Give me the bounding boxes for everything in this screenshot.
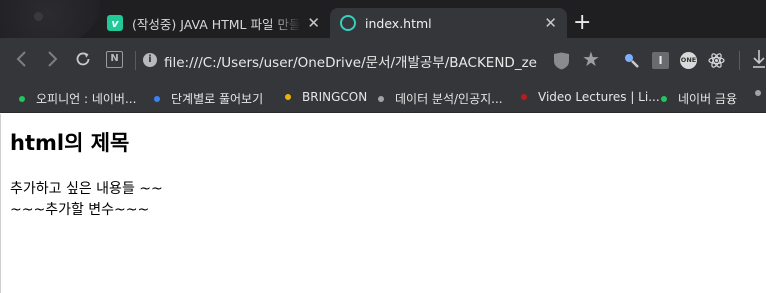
content-text-line: ~~~추가할 변수~~~ (10, 202, 150, 218)
extension-search-icon[interactable] (623, 52, 640, 69)
extension-i-icon[interactable]: I (652, 52, 669, 69)
bookmark-overflow[interactable] (755, 90, 766, 96)
shield-icon[interactable] (553, 52, 570, 70)
bookmark-dot-icon (755, 90, 761, 96)
bookmark-dot-icon (661, 95, 667, 102)
tab-index-html[interactable]: index.html ✕ (330, 8, 567, 38)
bookmark-dot-icon (521, 94, 527, 100)
bookmark-dot-icon (19, 95, 25, 102)
bookmark-label: 데이터 분석/인공지... (395, 92, 503, 106)
reload-icon[interactable] (74, 50, 92, 73)
decoration-dot (34, 12, 43, 21)
close-icon[interactable]: ✕ (307, 14, 320, 32)
bookmark-label: BRINGCON (302, 90, 368, 104)
address-bar[interactable]: file:///C:/Users/user/OneDrive/문서/개발공부/B… (164, 51, 539, 71)
new-tab-button[interactable]: + (573, 11, 591, 35)
velog-favicon-icon: v (107, 15, 123, 31)
page-content: html의 제목 추가하고 싶은 내용들 ~~ ~~~추가할 변수~~~ (0, 114, 766, 293)
close-icon[interactable]: ✕ (544, 14, 557, 32)
bookmark-dot-icon (378, 95, 384, 102)
content-text-line: 추가하고 싶은 내용들 ~~ (10, 181, 163, 197)
bookmark-label: 네이버 금융 (678, 92, 738, 106)
bookmark-bringcon[interactable]: BRINGCON (285, 90, 367, 104)
bookmarks-bar: 오피니언 : 네이버... 단계별로 풀어보기 BRINGCON 데이터 분석/… (0, 83, 766, 113)
extension-one-icon[interactable]: ONE (680, 52, 697, 69)
toolbar: N i file:///C:/Users/user/OneDrive/문서/개발… (0, 38, 766, 83)
window-decoration (0, 0, 100, 38)
toolbar-divider (739, 51, 740, 70)
download-icon[interactable] (752, 49, 766, 74)
bookmark-dot-icon (154, 95, 160, 102)
react-devtools-icon[interactable] (708, 52, 725, 69)
reader-mode-icon[interactable]: N (106, 51, 123, 68)
tab-title: index.html (365, 15, 432, 31)
bookmark-data-analysis[interactable]: 데이터 분석/인공지... (378, 90, 503, 107)
bookmark-star-icon[interactable]: ★ (582, 47, 600, 71)
globe-icon (340, 15, 356, 31)
bookmark-video-lectures[interactable]: Video Lectures | Li... (521, 90, 660, 104)
tab-velog-post[interactable]: v (작성중) JAVA HTML 파일 만들기 ✕ (97, 8, 330, 38)
tab-strip: v (작성중) JAVA HTML 파일 만들기 ✕ index.html ✕ … (0, 0, 766, 38)
bookmark-label: Video Lectures | Li... (538, 90, 660, 104)
bookmark-dot-icon (285, 94, 291, 100)
bookmark-step-by-step[interactable]: 단계별로 풀어보기 (154, 90, 263, 107)
forward-arrow-icon[interactable] (45, 50, 59, 73)
bookmark-label: 단계별로 풀어보기 (171, 92, 264, 106)
bookmark-opinion[interactable]: 오피니언 : 네이버... (19, 90, 136, 107)
info-icon[interactable]: i (143, 53, 157, 67)
toolbar-divider (135, 51, 136, 70)
back-arrow-icon[interactable] (15, 50, 29, 73)
bookmark-label: 오피니언 : 네이버... (36, 92, 137, 106)
bookmark-naver-finance[interactable]: 네이버 금융 (661, 90, 737, 107)
tab-title: (작성중) JAVA HTML 파일 만들기 (132, 16, 302, 32)
page-heading: html의 제목 (10, 131, 130, 155)
